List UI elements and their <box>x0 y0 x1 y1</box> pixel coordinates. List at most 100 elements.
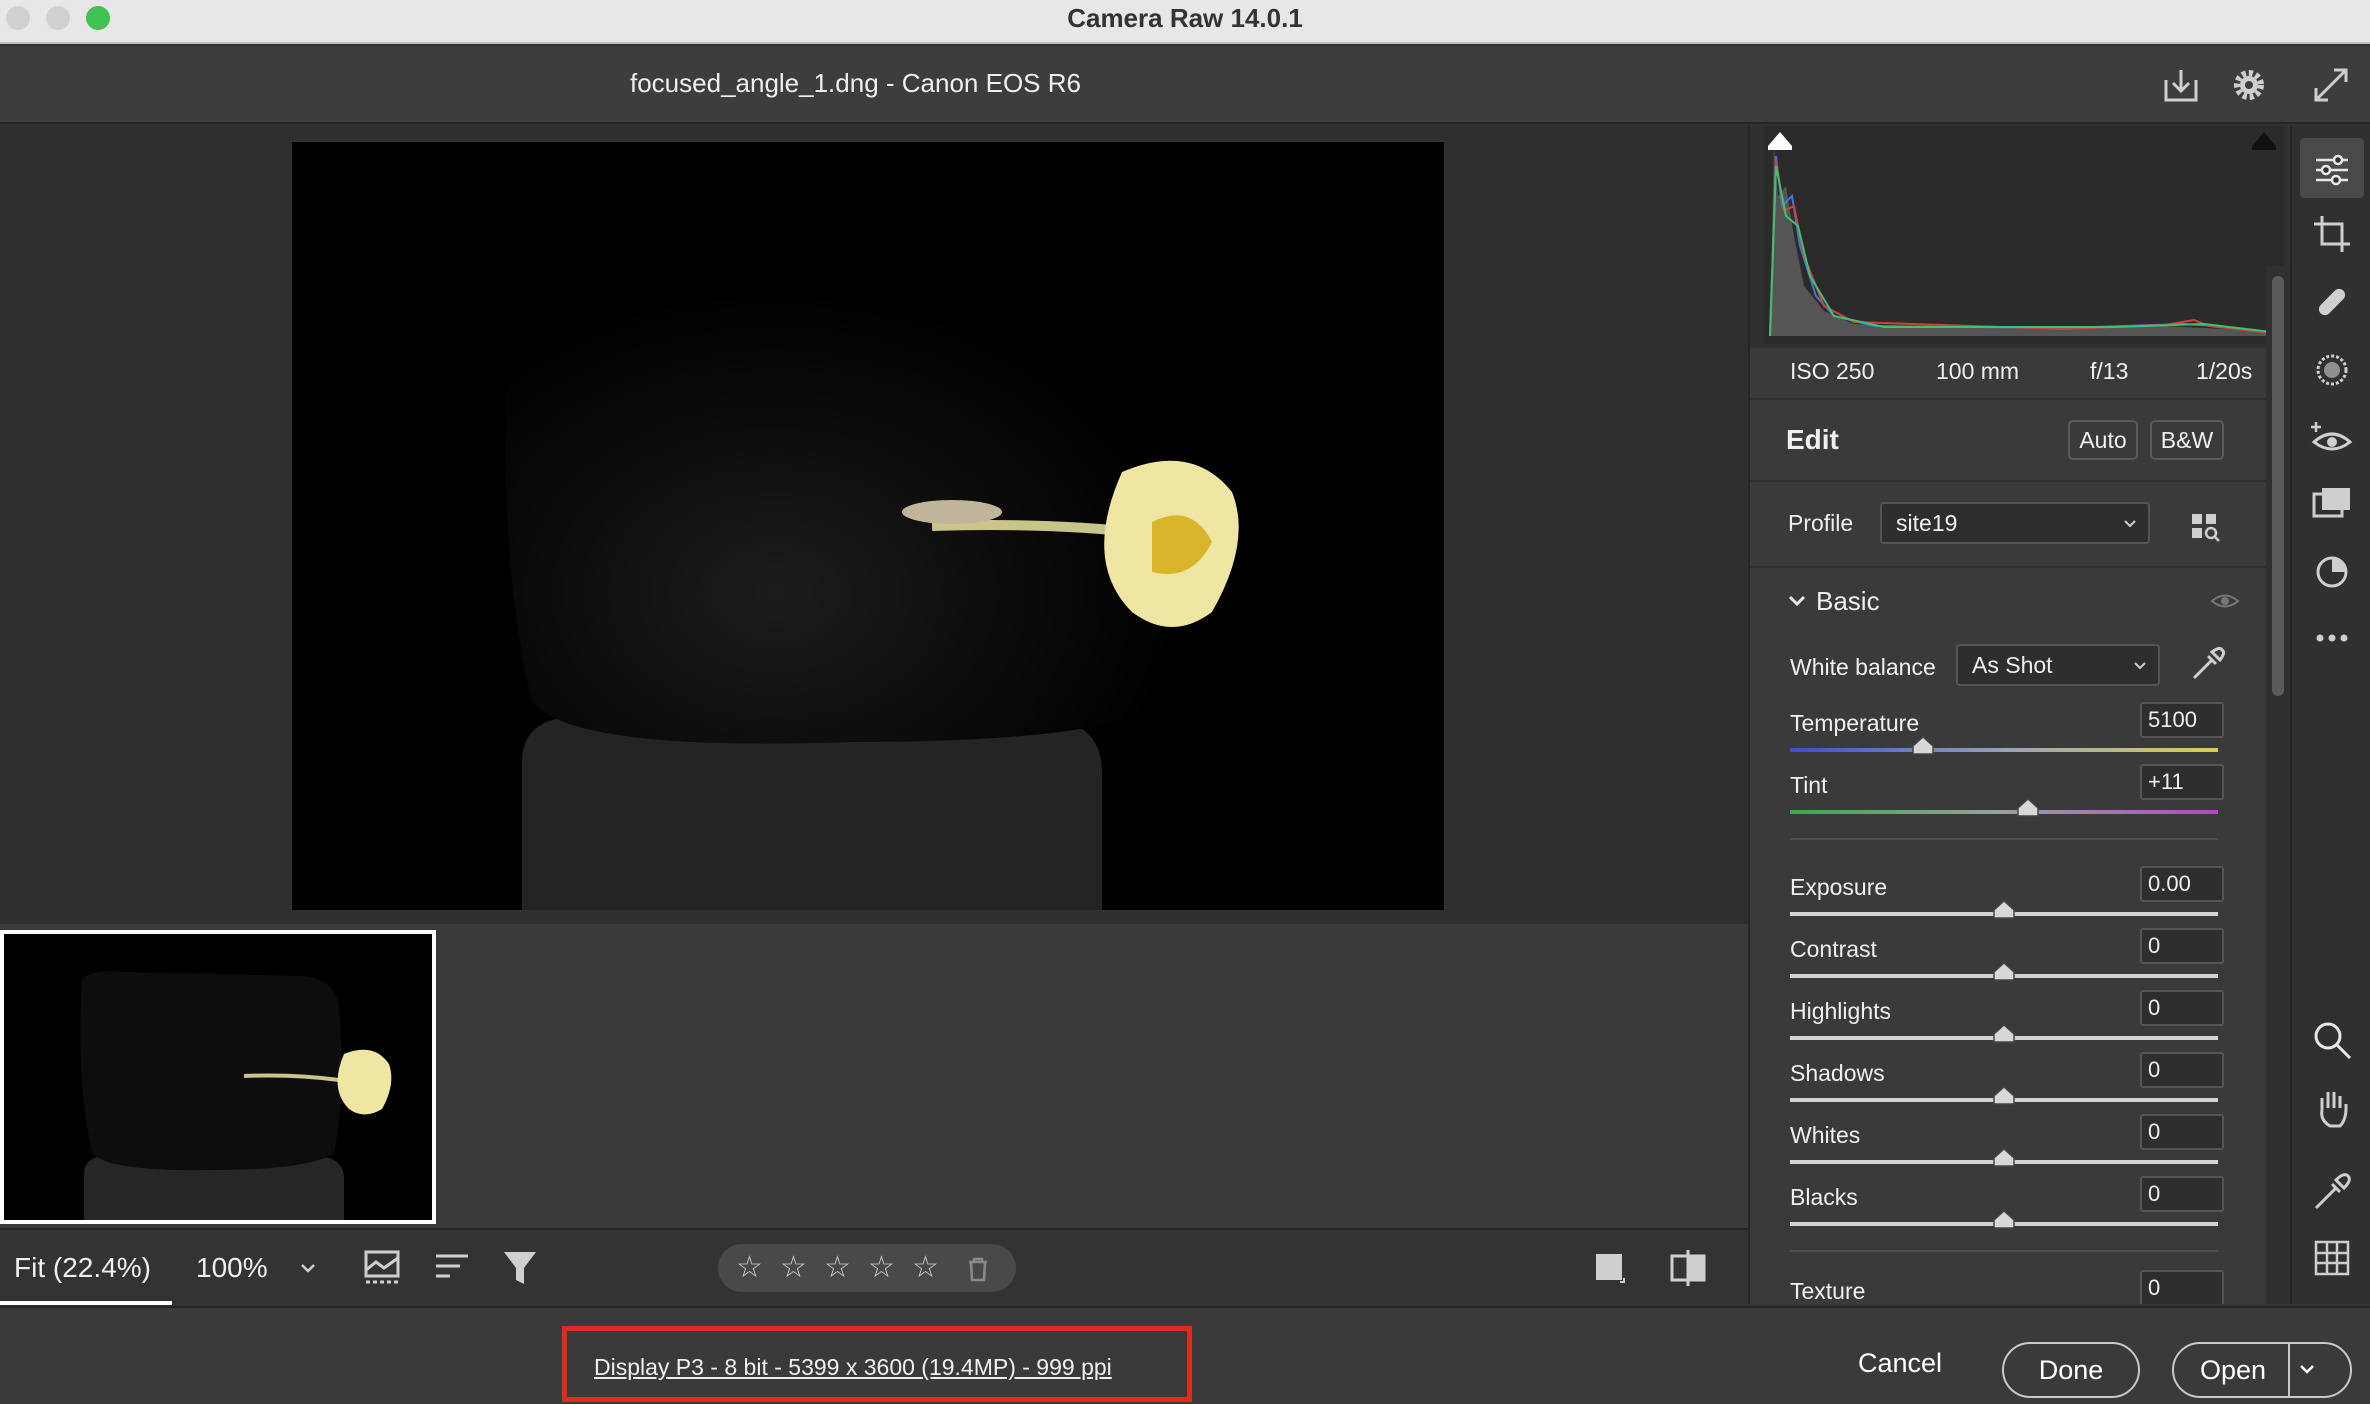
slider-handle[interactable] <box>1992 1085 2016 1106</box>
fullscreen-icon[interactable] <box>2310 64 2352 106</box>
trash-icon[interactable] <box>966 1256 990 1282</box>
slider-label: Highlights <box>1790 998 1891 1024</box>
slider-value-field[interactable]: 5100 <box>2140 702 2224 738</box>
zoom-fit-button[interactable]: Fit (22.4%) <box>14 1252 151 1284</box>
star-3-icon[interactable]: ☆ <box>824 1250 851 1285</box>
before-after-split-icon[interactable] <box>1668 1250 1708 1286</box>
profile-dropdown[interactable]: site19 <box>1880 502 2150 544</box>
white-balance-dropdown[interactable]: As Shot <box>1956 644 2160 686</box>
slider-handle[interactable] <box>1992 1147 2016 1168</box>
slider-label: Contrast <box>1790 936 1877 962</box>
slider-handle[interactable] <box>1992 1023 2016 1044</box>
shadow-clipping-warning-icon[interactable] <box>1764 128 1796 152</box>
slider-value-field[interactable]: +11 <box>2140 764 2224 800</box>
slider-track[interactable] <box>1790 748 2218 752</box>
slider-label: Tint <box>1790 772 1828 798</box>
slider-handle[interactable] <box>1992 1209 2016 1230</box>
zoom-tool-icon[interactable] <box>2308 1016 2356 1064</box>
exif-focal-length: 100 mm <box>1936 358 2020 384</box>
filter-icon[interactable] <box>500 1248 540 1288</box>
visibility-eye-icon[interactable] <box>2210 590 2240 612</box>
tool-strip <box>2290 126 2370 1304</box>
window-title: Camera Raw 14.0.1 <box>1067 3 1303 33</box>
panel-scrollbar[interactable] <box>2266 266 2290 1304</box>
edit-title: Edit <box>1786 424 1839 455</box>
cancel-button[interactable]: Cancel <box>1858 1348 1942 1379</box>
masking-icon[interactable] <box>2308 346 2356 394</box>
open-button[interactable]: Open <box>2172 1342 2352 1398</box>
white-balance-label: White balance <box>1790 654 1936 680</box>
file-title: focused_angle_1.dng - Canon EOS R6 <box>630 68 1081 98</box>
slider-value-field[interactable]: 0 <box>2140 990 2224 1026</box>
basic-section-title: Basic <box>1816 586 1880 616</box>
panel-scrollbar-thumb[interactable] <box>2272 276 2284 696</box>
profile-value: site19 <box>1896 510 1958 536</box>
slider-value-field[interactable]: 0 <box>2140 1176 2224 1212</box>
slider-value-field[interactable]: 0 <box>2140 1052 2224 1088</box>
snapshots-icon[interactable] <box>2308 480 2356 528</box>
slider-handle[interactable] <box>2016 797 2040 818</box>
zoom-100-button[interactable]: 100% <box>196 1252 268 1284</box>
slider-value-field[interactable]: 0.00 <box>2140 866 2224 902</box>
slider-label: Blacks <box>1790 1184 1858 1210</box>
auto-button[interactable]: Auto <box>2068 420 2138 460</box>
slider-handle[interactable] <box>1992 961 2016 982</box>
exif-shutter: 1/20s <box>2196 358 2253 384</box>
slider-label: Shadows <box>1790 1060 1885 1086</box>
main-photo <box>292 142 1444 910</box>
healing-bandage-icon[interactable] <box>2308 278 2356 326</box>
highlight-clipping-warning-icon[interactable] <box>2248 128 2280 152</box>
slider-track[interactable] <box>1790 810 2218 814</box>
view-toolbar: Fit (22.4%) 100% ☆ ☆ ☆ ☆ ☆ <box>0 1228 1748 1305</box>
window-titlebar: Camera Raw 14.0.1 <box>0 0 2370 44</box>
edit-header: Edit Auto B&W <box>1750 400 2266 480</box>
zoom-fit-selected-indicator <box>0 1301 172 1305</box>
grid-overlay-icon[interactable] <box>2308 1234 2356 1282</box>
open-split-divider <box>2288 1344 2290 1396</box>
sort-icon[interactable] <box>434 1250 474 1286</box>
histogram <box>1764 126 2284 344</box>
profile-row: Profile site19 <box>1750 482 2266 566</box>
bw-button[interactable]: B&W <box>2150 420 2224 460</box>
slider-value-field[interactable]: 0 <box>2140 928 2224 964</box>
red-eye-icon[interactable] <box>2308 414 2356 462</box>
presets-icon[interactable] <box>2308 548 2356 596</box>
collapse-chevron-icon[interactable] <box>1786 590 1808 612</box>
rating-stars: ☆ ☆ ☆ ☆ ☆ <box>718 1244 1016 1292</box>
exif-aperture: f/13 <box>2090 358 2129 384</box>
slider-value-field[interactable]: 0 <box>2140 1114 2224 1150</box>
edit-sliders-icon[interactable] <box>2308 146 2356 194</box>
gear-icon[interactable] <box>2228 64 2270 106</box>
slider-value-field[interactable]: 0 <box>2140 1270 2224 1304</box>
filmstrip-icon[interactable] <box>362 1248 408 1288</box>
slider-label: Temperature <box>1790 710 1920 736</box>
open-options-chevron-icon[interactable] <box>2296 1358 2318 1380</box>
exif-iso: ISO 250 <box>1790 358 1875 384</box>
workflow-options-link[interactable]: Display P3 - 8 bit - 5399 x 3600 (19.4MP… <box>594 1354 1112 1381</box>
profile-browser-icon[interactable] <box>2190 512 2220 542</box>
crop-icon[interactable] <box>2308 210 2356 258</box>
slider-handle[interactable] <box>1992 899 2016 920</box>
chevron-down-icon[interactable] <box>296 1256 320 1280</box>
star-1-icon[interactable]: ☆ <box>736 1250 763 1285</box>
filmstrip-thumbnail[interactable] <box>0 930 436 1224</box>
done-button[interactable]: Done <box>2002 1342 2140 1398</box>
more-options-icon[interactable] <box>2308 614 2356 662</box>
eyedropper-icon[interactable] <box>2186 644 2228 686</box>
star-2-icon[interactable]: ☆ <box>780 1250 807 1285</box>
star-4-icon[interactable]: ☆ <box>868 1250 895 1285</box>
slider-label: Texture <box>1790 1278 1866 1304</box>
chevron-down-icon <box>2124 520 2136 528</box>
color-sampler-icon[interactable] <box>2308 1168 2356 1216</box>
before-after-single-icon[interactable] <box>1594 1252 1628 1284</box>
save-download-icon[interactable] <box>2160 64 2202 106</box>
open-button-label: Open <box>2200 1355 2267 1385</box>
slider-handle[interactable] <box>1911 735 1935 756</box>
slider-label: Whites <box>1790 1122 1861 1148</box>
hand-tool-icon[interactable] <box>2308 1084 2356 1132</box>
profile-label: Profile <box>1788 510 1854 536</box>
star-5-icon[interactable]: ☆ <box>912 1250 939 1285</box>
white-balance-value: As Shot <box>1972 652 2053 678</box>
exif-bar: ISO 250 100 mm f/13 1/20s <box>1750 348 2290 398</box>
top-bar: focused_angle_1.dng - Canon EOS R6 <box>0 46 2370 124</box>
